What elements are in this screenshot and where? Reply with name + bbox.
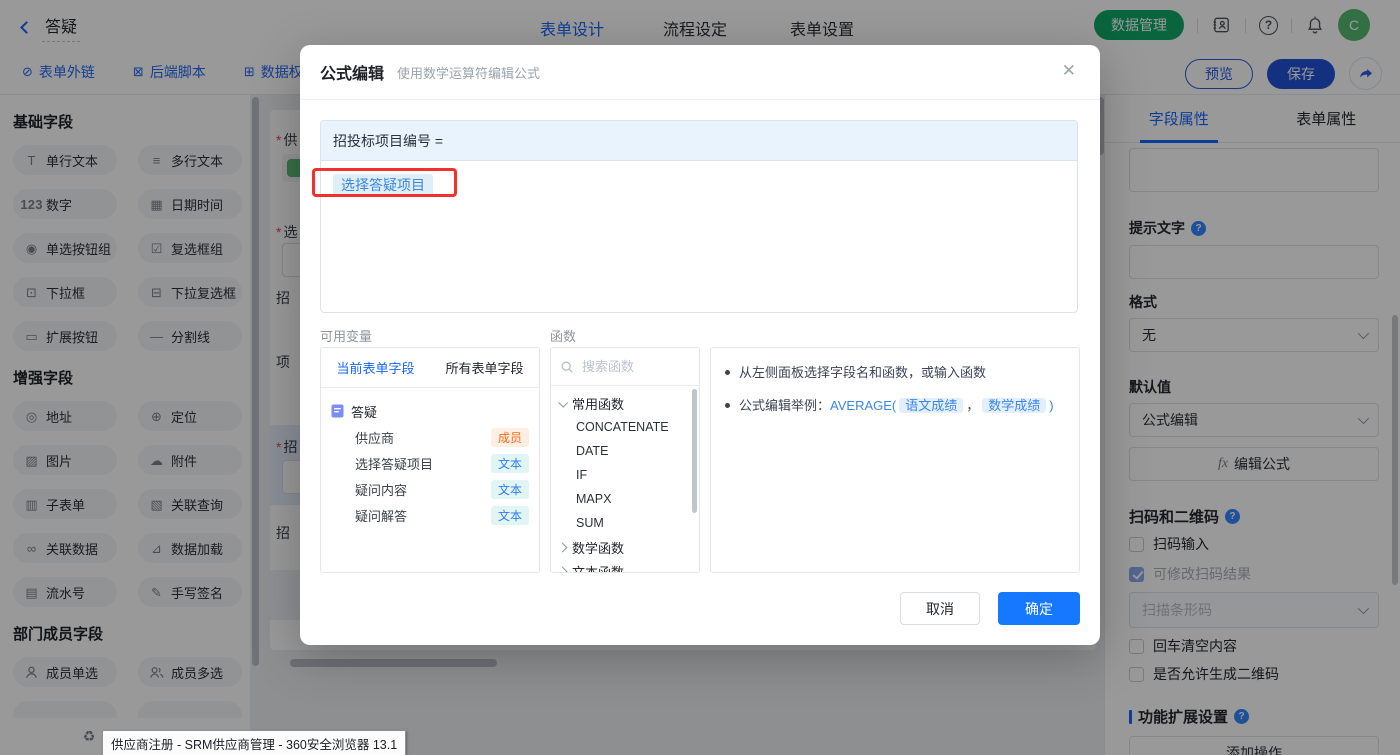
variables-panel: 当前表单字段 所有表单字段 答疑 供应商 成员 选择答疑项目 文本 疑问内容 (320, 347, 540, 573)
dialog-subtitle: 使用数学运算符编辑公式 (397, 63, 540, 82)
variables-label: 可用变量 (320, 326, 372, 345)
function-item[interactable]: IF (551, 463, 699, 487)
tab-current-form-fields[interactable]: 当前表单字段 (321, 348, 430, 387)
function-item[interactable]: MAPX (551, 487, 699, 511)
tab-all-form-fields[interactable]: 所有表单字段 (430, 348, 539, 387)
function-group-text[interactable]: 文本函数 (551, 559, 699, 573)
app-window: 答疑 表单设计 流程设定 表单设置 数据管理 ? C ⊘ 表单外链 (0, 0, 1400, 755)
variable-item[interactable]: 选择答疑项目 文本 (331, 450, 529, 476)
example-field-chip: 数学成绩 (982, 398, 1046, 413)
formula-input-area[interactable]: 选择答疑项目 (321, 161, 1077, 209)
caret-down-icon (558, 397, 568, 407)
function-group-common[interactable]: 常用函数 (551, 391, 699, 415)
functions-scrollbar[interactable] (692, 389, 697, 513)
help-example: 公式编辑举例：AVERAGE(语文成绩，数学成绩) (739, 395, 1054, 416)
bullet-icon (725, 403, 730, 408)
cancel-button[interactable]: 取消 (900, 592, 980, 625)
confirm-button[interactable]: 确定 (998, 592, 1080, 625)
function-item[interactable]: SUM (551, 511, 699, 535)
search-icon (560, 360, 574, 374)
type-badge-text: 文本 (491, 480, 529, 499)
bullet-icon (725, 370, 730, 375)
form-doc-icon (331, 404, 344, 418)
function-search-input[interactable] (580, 358, 680, 375)
browser-title-tooltip: 供应商注册 - SRM供应商管理 - 360安全浏览器 13.1 (102, 730, 406, 755)
variable-item[interactable]: 供应商 成员 (331, 424, 529, 450)
formula-field-chip[interactable]: 选择答疑项目 (333, 174, 433, 196)
functions-panel: 常用函数 CONCATENATE DATE IF MAPX SUM 数学函数 文… (550, 347, 700, 573)
type-badge-text: 文本 (491, 454, 529, 473)
functions-label: 函数 (550, 326, 576, 345)
formula-help-panel: 从左侧面板选择字段名和函数，或输入函数 公式编辑举例：AVERAGE(语文成绩，… (710, 347, 1080, 573)
type-badge-member: 成员 (491, 428, 529, 447)
function-item[interactable]: DATE (551, 439, 699, 463)
function-item[interactable]: CONCATENATE (551, 415, 699, 439)
function-search[interactable] (551, 348, 699, 386)
caret-right-icon (558, 542, 568, 552)
variable-item[interactable]: 疑问内容 文本 (331, 476, 529, 502)
formula-target: 招投标项目编号 = (321, 121, 1077, 161)
dialog-title: 公式编辑 (320, 60, 384, 84)
formula-edit-dialog: 公式编辑 使用数学运算符编辑公式 ✕ 招投标项目编号 = 选择答疑项目 可用变量… (300, 45, 1100, 645)
formula-editor: 招投标项目编号 = 选择答疑项目 (320, 120, 1078, 313)
type-badge-text: 文本 (491, 506, 529, 525)
example-field-chip: 语文成绩 (899, 398, 963, 413)
function-group-math[interactable]: 数学函数 (551, 535, 699, 559)
caret-right-icon (558, 566, 568, 573)
help-tip: 从左侧面板选择字段名和函数，或输入函数 (739, 362, 986, 383)
variable-item[interactable]: 疑问解答 文本 (331, 502, 529, 528)
form-tree-root[interactable]: 答疑 (331, 398, 529, 424)
close-icon[interactable]: ✕ (1062, 62, 1076, 79)
